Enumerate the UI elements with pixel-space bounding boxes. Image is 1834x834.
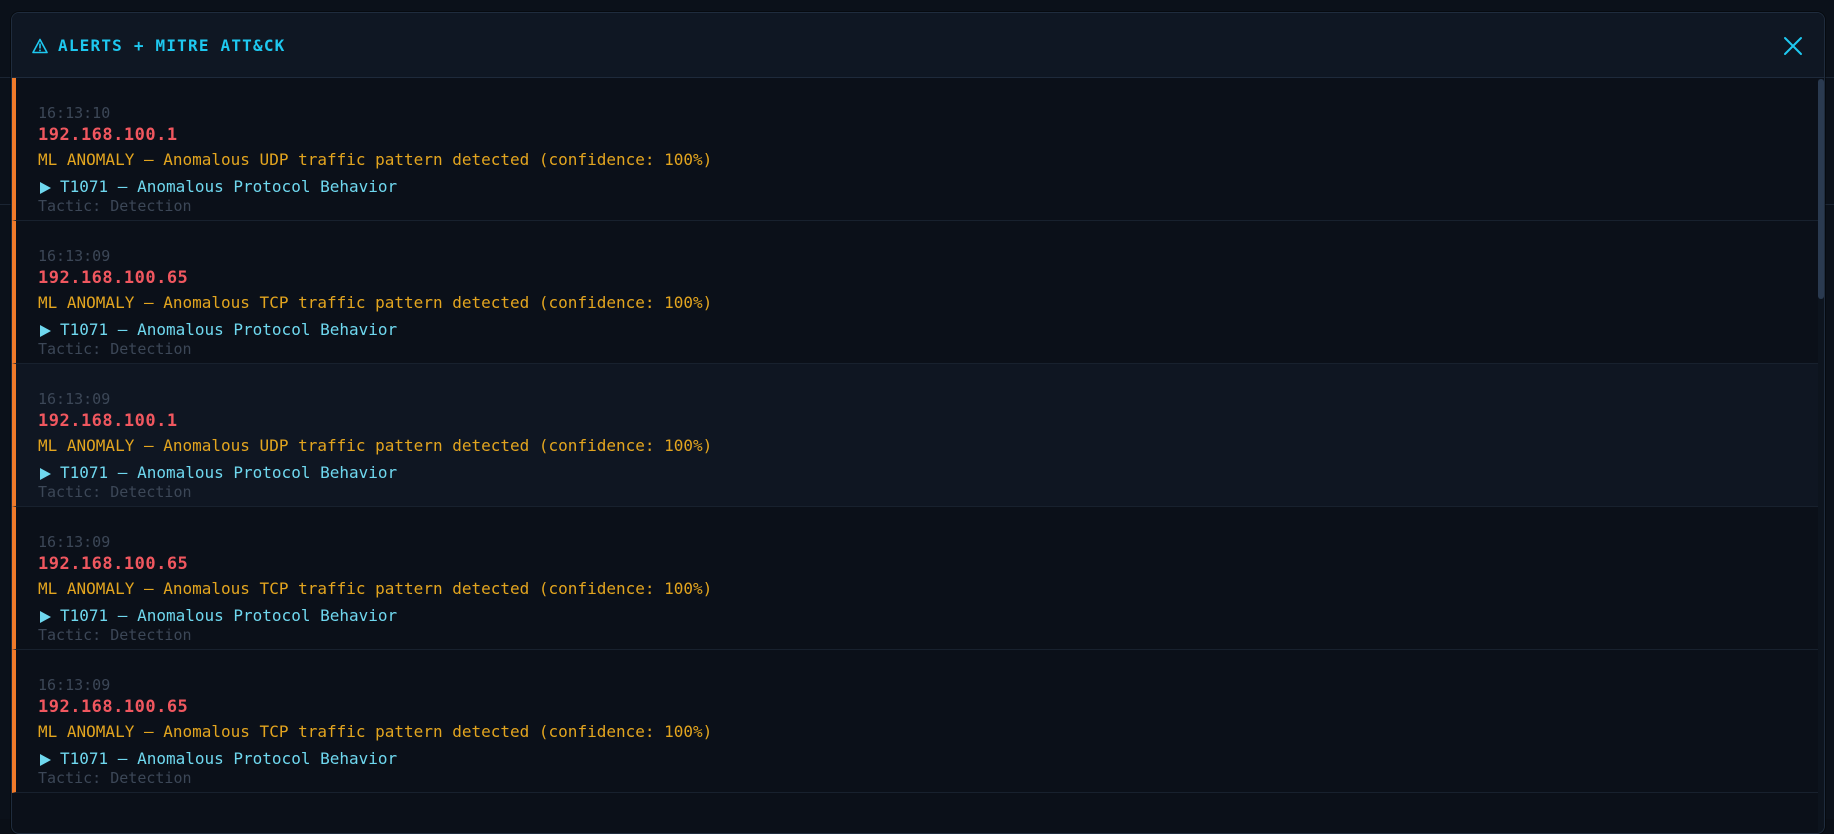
alert-item[interactable]: 16:13:10 192.168.100.1 ML ANOMALY — Anom… [12, 78, 1821, 221]
alert-message: ML ANOMALY — Anomalous TCP traffic patte… [38, 579, 713, 598]
alert-technique[interactable]: T1071 — Anomalous Protocol Behavior [38, 749, 397, 768]
warning-triangle-icon [32, 38, 48, 54]
alert-ip: 192.168.100.65 [38, 554, 189, 574]
scrollbar[interactable] [1818, 79, 1824, 833]
alert-technique[interactable]: T1071 — Anomalous Protocol Behavior [38, 463, 397, 482]
alert-time: 16:13:09 [38, 533, 111, 551]
alert-time: 16:13:09 [38, 390, 111, 408]
play-triangle-icon [38, 466, 52, 480]
alert-technique[interactable]: T1071 — Anomalous Protocol Behavior [38, 320, 397, 339]
play-triangle-icon [38, 180, 52, 194]
play-triangle-icon [38, 323, 52, 337]
play-triangle-icon [38, 752, 52, 766]
alert-item[interactable]: 16:13:09 192.168.100.65 ML ANOMALY — Ano… [12, 507, 1821, 650]
alert-technique-label: T1071 — Anomalous Protocol Behavior [60, 463, 398, 482]
scrollbar-thumb[interactable] [1818, 79, 1824, 299]
play-triangle-icon [38, 609, 52, 623]
alert-technique-label: T1071 — Anomalous Protocol Behavior [60, 177, 398, 196]
alert-item[interactable]: 16:13:09 192.168.100.1 ML ANOMALY — Anom… [12, 364, 1821, 507]
alert-item[interactable]: 16:13:09 192.168.100.65 ML ANOMALY — Ano… [12, 650, 1821, 793]
alert-technique-label: T1071 — Anomalous Protocol Behavior [60, 320, 398, 339]
alert-list[interactable]: 16:13:10 192.168.100.1 ML ANOMALY — Anom… [12, 78, 1824, 833]
modal-title: ALERTS + MITRE ATT&CK [32, 36, 286, 55]
close-button[interactable] [1782, 35, 1804, 57]
alert-technique[interactable]: T1071 — Anomalous Protocol Behavior [38, 177, 397, 196]
alert-message: ML ANOMALY — Anomalous TCP traffic patte… [38, 293, 713, 312]
alert-time: 16:13:09 [38, 247, 111, 265]
alert-tactic: Tactic: Detection [38, 340, 192, 358]
alert-tactic: Tactic: Detection [38, 197, 192, 215]
alert-item[interactable]: 16:13:09 192.168.100.65 ML ANOMALY — Ano… [12, 221, 1821, 364]
alert-ip: 192.168.100.1 [38, 125, 178, 145]
alert-ip: 192.168.100.65 [38, 268, 189, 288]
modal-title-text: ALERTS + MITRE ATT&CK [58, 36, 286, 55]
close-icon [1784, 37, 1802, 55]
alert-ip: 192.168.100.65 [38, 697, 189, 717]
alert-technique-label: T1071 — Anomalous Protocol Behavior [60, 606, 398, 625]
alert-ip: 192.168.100.1 [38, 411, 178, 431]
modal-header: ALERTS + MITRE ATT&CK [12, 13, 1824, 78]
alert-message: ML ANOMALY — Anomalous TCP traffic patte… [38, 722, 713, 741]
alerts-modal: ALERTS + MITRE ATT&CK 16:13:10 192.168.1… [11, 12, 1825, 834]
alert-tactic: Tactic: Detection [38, 483, 192, 501]
alert-tactic: Tactic: Detection [38, 626, 192, 644]
alert-technique[interactable]: T1071 — Anomalous Protocol Behavior [38, 606, 397, 625]
alert-message: ML ANOMALY — Anomalous UDP traffic patte… [38, 436, 713, 455]
alert-message: ML ANOMALY — Anomalous UDP traffic patte… [38, 150, 713, 169]
alert-technique-label: T1071 — Anomalous Protocol Behavior [60, 749, 398, 768]
alert-time: 16:13:09 [38, 676, 111, 694]
alert-tactic: Tactic: Detection [38, 769, 192, 787]
alert-time: 16:13:10 [38, 104, 111, 122]
